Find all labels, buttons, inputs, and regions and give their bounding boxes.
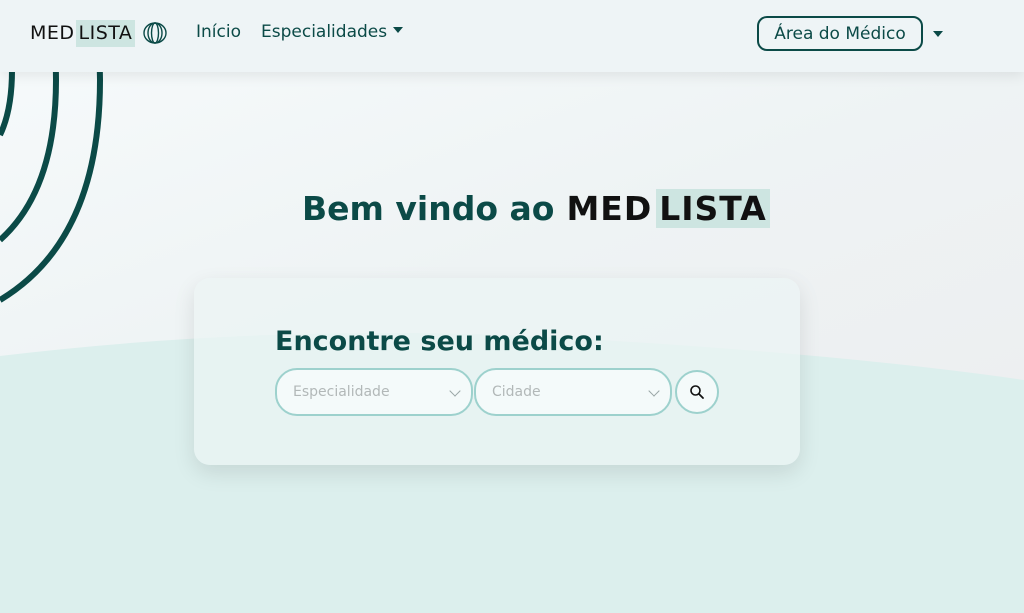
search-button[interactable] bbox=[675, 370, 719, 414]
brand-lista: LISTA bbox=[75, 19, 136, 47]
caret-down-icon bbox=[393, 27, 404, 33]
nav-especialidades[interactable]: Especialidades bbox=[261, 22, 404, 42]
search-icon bbox=[690, 385, 704, 399]
chevron-down-icon bbox=[449, 385, 461, 397]
nav-especialidades-label: Especialidades bbox=[261, 22, 388, 42]
cidade-placeholder: Cidade bbox=[492, 384, 541, 400]
cidade-select[interactable]: Cidade bbox=[474, 368, 672, 416]
welcome-brand-lista: LISTA bbox=[656, 188, 770, 228]
brand-med: MED bbox=[30, 22, 75, 44]
welcome-heading: Bem vindo ao MED LISTA bbox=[302, 188, 770, 228]
area-medico-button[interactable]: Área do Médico bbox=[757, 16, 923, 51]
search-title: Encontre seu médico: bbox=[275, 326, 604, 357]
search-card: Encontre seu médico: Especialidade Cidad… bbox=[194, 278, 800, 465]
welcome-text: Bem vindo ao bbox=[302, 188, 555, 228]
nav-inicio[interactable]: Início bbox=[196, 22, 241, 42]
rings-icon bbox=[143, 22, 168, 44]
especialidade-placeholder: Especialidade bbox=[293, 384, 390, 400]
welcome-brand-med: MED bbox=[566, 188, 653, 228]
brand-logo[interactable]: MED LISTA bbox=[30, 18, 169, 48]
caret-down-icon[interactable] bbox=[933, 31, 943, 37]
chevron-down-icon bbox=[648, 385, 660, 397]
especialidade-select[interactable]: Especialidade bbox=[275, 368, 473, 416]
navbar: MED LISTA Início Especialidades Área do … bbox=[0, 0, 1024, 72]
